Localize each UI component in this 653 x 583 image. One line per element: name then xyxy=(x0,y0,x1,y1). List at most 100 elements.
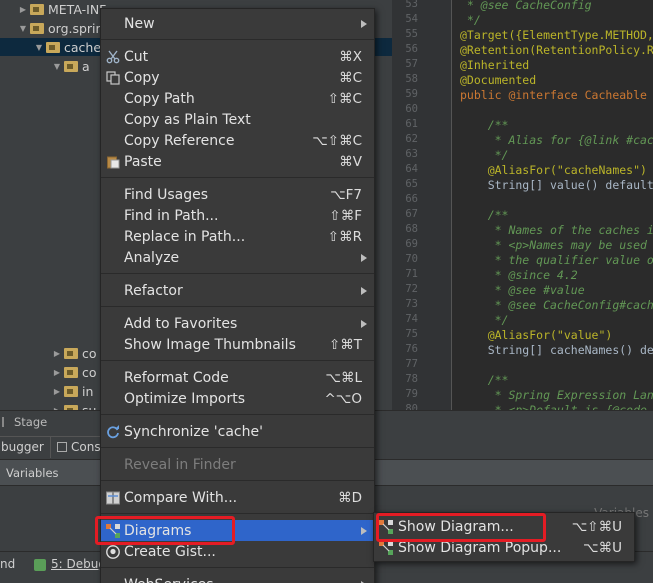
tree-row-label: cache xyxy=(64,39,102,55)
debug-icon xyxy=(34,559,46,571)
submenu-item-show-diagram[interactable]: Show Diagram... ⌥⇧⌘U xyxy=(374,516,634,537)
menu-item-find-usages[interactable]: Find Usages ⌥F7 xyxy=(101,184,374,205)
submenu-arrow-icon xyxy=(361,19,367,28)
line-number: 75 xyxy=(405,328,418,340)
code-line[interactable]: */ xyxy=(460,313,509,327)
code-line[interactable]: * @see #value xyxy=(460,283,585,297)
menu-item-copy[interactable]: Copy ⌘C xyxy=(101,67,374,88)
code-line[interactable]: */ xyxy=(460,148,509,162)
submenu-item-shortcut: ⌥⇧⌘U xyxy=(571,518,622,535)
code-line[interactable]: /** xyxy=(460,373,509,387)
code-line[interactable]: String[] cacheNames() de xyxy=(460,343,653,357)
menu-item-shortcut: ⌘D xyxy=(338,489,362,506)
code-line[interactable]: * <p>Default is {@code xyxy=(460,403,647,410)
expand-arrow-icon[interactable]: ▼ xyxy=(18,24,28,33)
expand-arrow-icon[interactable]: ▶ xyxy=(52,368,62,377)
menu-item-label: Refactor xyxy=(124,282,183,299)
menu-item-webservices[interactable]: WebServices xyxy=(101,574,374,583)
code-line[interactable]: * @see CacheConfig#cach xyxy=(460,298,653,312)
stage-icon xyxy=(2,417,10,427)
menu-item-copy-as-plain-text[interactable]: Copy as Plain Text xyxy=(101,109,374,130)
menu-item-shortcut: ⇧⌘C xyxy=(327,90,362,107)
line-number: 55 xyxy=(405,28,418,40)
menu-item-reformat-code[interactable]: Reformat Code ⌥⌘L xyxy=(101,367,374,388)
submenu-item-show-diagram-popup[interactable]: Show Diagram Popup... ⌥⌘U xyxy=(374,537,634,558)
expand-arrow-icon[interactable]: ▶ xyxy=(52,387,62,396)
menu-item-shortcut: ⌘V xyxy=(339,153,362,170)
menu-item-analyze[interactable]: Analyze xyxy=(101,247,374,268)
code-line[interactable]: public @interface Cacheable xyxy=(460,88,647,102)
code-line[interactable]: /** xyxy=(460,118,509,132)
line-number: 57 xyxy=(405,58,418,70)
menu-item-refactor[interactable]: Refactor xyxy=(101,280,374,301)
expand-arrow-icon[interactable]: ▼ xyxy=(34,43,44,52)
stage-label: Stage xyxy=(14,415,48,429)
expand-arrow-icon[interactable]: ▶ xyxy=(18,5,28,14)
code-line[interactable]: @Documented xyxy=(460,73,536,87)
menu-item-shortcut: ⌘C xyxy=(339,69,362,86)
menu-item-replace-in-path[interactable]: Replace in Path... ⇧⌘R xyxy=(101,226,374,247)
menu-item-label: Cut xyxy=(124,48,149,65)
menu-item-label: Copy Path xyxy=(124,90,195,107)
line-number: 65 xyxy=(405,178,418,190)
expand-arrow-icon[interactable]: ▼ xyxy=(52,62,62,71)
debug-tool-window-button[interactable]: 5: Debug xyxy=(51,557,106,571)
package-folder-icon xyxy=(64,347,78,359)
menu-item-shortcut: ⌥⇧⌘C xyxy=(312,132,362,149)
menu-separator xyxy=(101,414,374,415)
menu-item-label: Copy Reference xyxy=(124,132,235,149)
menu-item-label: Synchronize 'cache' xyxy=(124,423,263,440)
menu-item-find-in-path[interactable]: Find in Path... ⇧⌘F xyxy=(101,205,374,226)
menu-item-shortcut: ^⌥O xyxy=(324,390,363,407)
menu-separator xyxy=(101,39,374,40)
menu-item-show-image-thumbnails[interactable]: Show Image Thumbnails ⇧⌘T xyxy=(101,334,374,355)
menu-item-diagrams[interactable]: Diagrams xyxy=(101,520,374,541)
menu-item-add-to-favorites[interactable]: Add to Favorites xyxy=(101,313,374,334)
menu-item-cut[interactable]: Cut ⌘X xyxy=(101,46,374,67)
line-number: 69 xyxy=(405,238,418,250)
menu-item-label: Reveal in Finder xyxy=(124,456,236,473)
code-line[interactable]: String[] value() default xyxy=(460,178,653,192)
menu-separator xyxy=(101,306,374,307)
line-number: 61 xyxy=(405,118,418,130)
code-line[interactable]: * @since 4.2 xyxy=(460,268,578,282)
code-line[interactable]: * @see CacheConfig xyxy=(460,0,592,12)
github-icon xyxy=(106,544,120,559)
menu-item-copy-reference[interactable]: Copy Reference ⌥⇧⌘C xyxy=(101,130,374,151)
code-line[interactable]: * Spring Expression Lan xyxy=(460,388,653,402)
tab-debugger[interactable]: bugger xyxy=(0,436,51,458)
submenu-arrow-icon xyxy=(361,319,367,328)
expand-arrow-icon[interactable]: ▶ xyxy=(52,349,62,358)
menu-item-shortcut: ⌥⌘L xyxy=(325,369,362,386)
menu-item-shortcut: ⇧⌘R xyxy=(327,228,362,245)
submenu-arrow-icon xyxy=(361,526,367,535)
menu-item-synchronize-cache[interactable]: Synchronize 'cache' xyxy=(101,421,374,442)
menu-item-copy-path[interactable]: Copy Path ⇧⌘C xyxy=(101,88,374,109)
submenu-arrow-icon xyxy=(361,253,367,262)
code-line[interactable]: * Alias for {@link #cac xyxy=(460,133,653,147)
code-editor[interactable]: 53 54 55 56 57 58 59 60 61 62 63 64 65 66 67 68 69 70 71 72… xyxy=(392,0,653,410)
code-line[interactable]: * Names of the caches i xyxy=(460,223,653,237)
code-line[interactable]: * the qualifier value o xyxy=(460,253,653,267)
menu-item-new[interactable]: New xyxy=(101,13,374,34)
code-line[interactable]: @AliasFor("value") xyxy=(460,328,613,342)
menu-item-paste[interactable]: Paste ⌘V xyxy=(101,151,374,172)
code-line[interactable]: /** xyxy=(460,208,509,222)
code-line[interactable]: @Target({ElementType.METHOD, xyxy=(460,28,653,42)
menu-item-optimize-imports[interactable]: Optimize Imports ^⌥O xyxy=(101,388,374,409)
code-line[interactable]: */ xyxy=(460,13,481,27)
menu-item-label: WebServices xyxy=(124,577,214,583)
code-line[interactable]: * <p>Names may be used xyxy=(460,238,647,252)
submenu-arrow-icon xyxy=(361,286,367,295)
menu-item-create-gist[interactable]: Create Gist... xyxy=(101,541,374,562)
menu-item-label: Create Gist... xyxy=(124,543,216,560)
package-folder-icon xyxy=(30,3,44,15)
submenu-item-label: Show Diagram... xyxy=(398,518,514,535)
menu-item-compare-with[interactable]: Compare With... ⌘D xyxy=(101,487,374,508)
menu-item-label: Reformat Code xyxy=(124,369,229,386)
code-line[interactable]: @Inherited xyxy=(460,58,529,72)
code-line[interactable]: @Retention(RetentionPolicy.R xyxy=(460,43,653,57)
code-line[interactable]: @AliasFor("cacheNames") xyxy=(460,163,647,177)
submenu-item-shortcut: ⌥⌘U xyxy=(583,539,622,556)
editor-gutter: 53 54 55 56 57 58 59 60 61 62 63 64 65 66 67 68 69 70 71 72… xyxy=(392,0,452,410)
